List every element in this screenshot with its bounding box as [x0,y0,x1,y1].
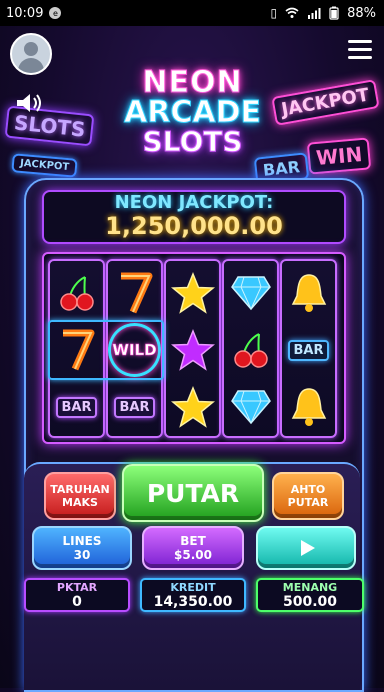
hamburger-menu-icon[interactable] [348,40,372,60]
vibrate-icon: ▯ [270,6,278,20]
battery-level: 88% [347,5,376,21]
lines-value: 30 [73,548,91,562]
sound-icon[interactable] [15,92,45,114]
max-bet-label-line1: TARUHAN [50,483,110,496]
play-button[interactable] [256,526,356,570]
max-bet-label-line2: MAKS [62,496,98,509]
bar-symbol: BAR [108,378,161,436]
reel-5: BAR [280,259,337,438]
bar-label: BAR [113,396,156,418]
jackpot-panel: NEON JACKPOT: 1,250,000.00 [42,190,346,244]
win-highlight [48,320,164,380]
app-notification-icon: e [49,7,62,19]
status-time: 10:09 [6,5,44,21]
avatar-head [24,42,38,56]
bet-value: $5.00 [174,548,212,562]
bar-symbol: BAR [282,321,335,379]
cherry-icon [50,264,103,322]
spin-button[interactable]: PUTAR [122,464,264,522]
gold-star-icon [166,378,219,436]
max-bet-button[interactable]: TARUHAN MAKS [44,472,116,520]
win-display: MENANG 500.00 [256,578,364,612]
status-bar: 10:09 e ▯ 88% [0,0,384,26]
bg-sign-win: WIN [306,137,372,175]
status-icons: ▯ 88% [270,6,376,21]
spin-label: PUTAR [146,478,240,508]
bell-icon [282,378,335,436]
auto-label-line1: AHTO [290,483,326,496]
jackpot-value: 1,250,000.00 [105,212,283,240]
wifi-icon [285,7,299,18]
purple-star-icon [166,321,219,379]
bet-label: BET [180,534,206,548]
bell-icon [282,264,335,322]
logo-line-arcade: ARCADE [124,95,262,130]
win-label: MENANG [282,581,338,594]
reel-3 [164,259,221,438]
credit-value: 14,350.00 [153,594,233,610]
logo-line-slots: SLOTS [142,125,243,158]
bar-label: BAR [55,396,98,418]
seven-icon [108,264,161,322]
reels-window: BAR WILD BAR BAR [42,252,346,444]
signal-icon [308,8,321,19]
play-icon [301,540,315,556]
bet-button[interactable]: BET $5.00 [142,526,244,570]
bar-symbol: BAR [50,378,103,436]
cherry-icon [224,321,277,379]
lines-button[interactable]: LINES 30 [32,526,132,570]
lines-label: LINES [62,534,102,548]
game-logo: NEON ARCADE SLOTS [110,65,275,158]
profile-avatar[interactable] [10,33,52,75]
logo-line-neon: NEON [142,65,243,100]
bg-sign-jackpot-small: JACKPOT [11,153,78,178]
battery-icon [329,6,339,20]
spins-value: 0 [72,594,82,610]
reel-4 [222,259,279,438]
diamond-icon [224,264,277,322]
bar-label: BAR [287,339,330,361]
credit-display: KREDIT 14,350.00 [140,578,246,612]
bg-sign-jackpot: JACKPOT [271,79,380,126]
win-value: 500.00 [282,594,338,610]
diamond-icon [224,378,277,436]
gold-star-icon [166,264,219,322]
spins-counter: PKTAR 0 [24,578,130,612]
credit-label: KREDIT [170,581,216,594]
avatar-body [18,58,44,73]
auto-label-line2: PUTAR [287,496,329,509]
spins-label: PKTAR [56,581,98,594]
auto-spin-button[interactable]: AHTO PUTAR [272,472,344,520]
jackpot-label: NEON JACKPOT: [114,192,274,213]
